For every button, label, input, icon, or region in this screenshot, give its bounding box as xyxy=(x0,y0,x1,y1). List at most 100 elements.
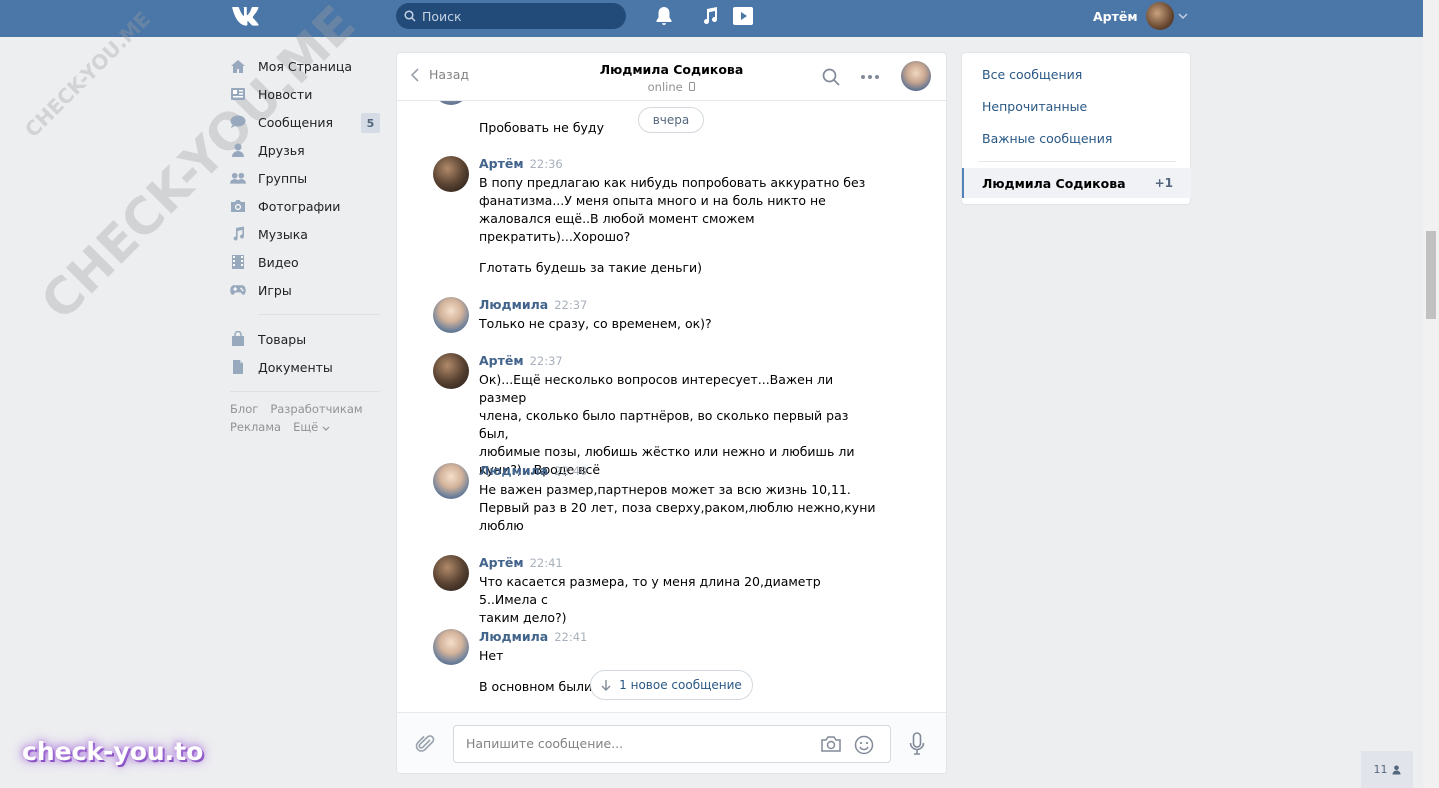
nav-label: Сообщения xyxy=(258,114,334,130)
nav-label: Игры xyxy=(258,282,292,298)
author-name[interactable]: Артём xyxy=(479,555,524,570)
nav-divider xyxy=(230,391,380,392)
new-message-button[interactable]: 1 новое сообщение xyxy=(590,670,753,700)
online-friends-widget[interactable]: 11 xyxy=(1361,751,1413,788)
avatar[interactable] xyxy=(433,101,469,105)
filter-unread[interactable]: Непрочитанные xyxy=(982,99,1087,114)
nav-label: Группы xyxy=(258,170,308,186)
nav-item-music[interactable]: Музыка xyxy=(230,220,380,248)
message-history[interactable]: Пробовать не буду вчера Артём 22:36 В поп… xyxy=(397,101,946,712)
user-icon xyxy=(1392,765,1400,774)
user-name: Артём xyxy=(1093,8,1138,24)
nav-item-goods[interactable]: Товары xyxy=(230,325,380,353)
nav-item-games[interactable]: Игры xyxy=(230,276,380,304)
mobile-icon xyxy=(689,82,696,91)
message-header: Артём 22:36 xyxy=(479,156,563,171)
nav-label: Друзья xyxy=(258,142,305,158)
nav-item-friends[interactable]: Друзья xyxy=(230,136,380,164)
message-header: Артём 22:37 xyxy=(479,353,563,368)
message-time: 22:41 xyxy=(529,556,563,570)
brand-watermark: check-you.to xyxy=(22,737,204,766)
message-header: Людмила 22:37 xyxy=(479,297,587,312)
message-header: Артём 22:41 xyxy=(479,555,563,570)
top-bar: Артём xyxy=(0,0,1423,37)
menu-divider xyxy=(978,161,1176,162)
search-input[interactable] xyxy=(422,8,612,24)
chat-panel: Назад Людмила Содикова online Пробовать … xyxy=(396,52,947,774)
message-header: Людмила 22:41 xyxy=(479,629,587,644)
unread-count: +1 xyxy=(1154,176,1173,190)
nav-item-my-page[interactable]: Моя Страница xyxy=(230,52,380,80)
home-icon xyxy=(230,58,246,74)
author-name[interactable]: Людмила xyxy=(479,463,548,478)
nav-label: Новости xyxy=(258,86,313,102)
document-icon xyxy=(230,359,246,375)
message-input-box[interactable] xyxy=(453,725,891,763)
bell-icon[interactable] xyxy=(653,5,675,27)
groups-icon xyxy=(230,170,246,186)
active-conversation[interactable]: Людмила Содикова +1 xyxy=(962,168,1191,198)
filter-all-messages[interactable]: Все сообщения xyxy=(982,67,1082,82)
author-name[interactable]: Артём xyxy=(479,353,524,368)
nav-item-groups[interactable]: Группы xyxy=(230,164,380,192)
avatar[interactable] xyxy=(433,629,469,665)
nav-divider xyxy=(258,314,380,315)
message-time: 22:41 xyxy=(554,630,588,644)
message-text: Только не сразу, со временем, ок)? xyxy=(479,316,712,331)
bag-icon xyxy=(230,331,246,347)
nav-item-video[interactable]: Видео xyxy=(230,248,380,276)
avatar[interactable] xyxy=(433,297,469,333)
emoji-icon[interactable] xyxy=(854,735,874,755)
search-icon[interactable] xyxy=(822,68,840,86)
message-composer xyxy=(397,712,946,773)
camera-icon[interactable] xyxy=(820,735,842,753)
message-time: 22:40 xyxy=(554,464,588,478)
footer-link-dev[interactable]: Разработчикам xyxy=(270,402,362,416)
nav-item-messages[interactable]: Сообщения 5 xyxy=(230,108,380,136)
chevron-down-icon xyxy=(322,426,330,431)
author-name[interactable]: Людмила xyxy=(479,297,548,312)
user-avatar xyxy=(1145,2,1174,30)
footer-link-more[interactable]: Ещё xyxy=(293,420,330,434)
nav-label: Товары xyxy=(258,331,307,347)
music-icon xyxy=(230,226,246,242)
message-text: Не важен размер,партнеров может за всю ж… xyxy=(479,482,876,533)
music-icon[interactable] xyxy=(699,5,721,27)
avatar[interactable] xyxy=(433,555,469,591)
gamepad-icon xyxy=(230,282,246,298)
author-name[interactable]: Артём xyxy=(479,156,524,171)
avatar[interactable] xyxy=(433,156,469,192)
footer-links-row-1: Блог Разработчикам xyxy=(230,402,380,416)
nav-item-photos[interactable]: Фотографии xyxy=(230,192,380,220)
arrow-down-icon xyxy=(601,680,611,691)
news-icon xyxy=(230,86,246,102)
filter-important[interactable]: Важные сообщения xyxy=(982,131,1112,146)
friends-icon xyxy=(230,142,246,158)
peer-avatar[interactable] xyxy=(901,61,931,91)
message-input[interactable] xyxy=(466,736,806,751)
user-menu[interactable]: Артём xyxy=(1093,0,1188,32)
avatar[interactable] xyxy=(433,463,469,499)
nav-label: Видео xyxy=(258,254,299,270)
search-icon xyxy=(404,10,416,22)
more-icon[interactable] xyxy=(860,68,880,86)
footer-link-ads[interactable]: Реклама xyxy=(230,420,281,434)
search-bar[interactable] xyxy=(396,3,626,29)
avatar[interactable] xyxy=(433,353,469,389)
chat-header: Назад Людмила Содикова online xyxy=(397,53,946,101)
scrollbar-thumb[interactable] xyxy=(1426,231,1436,319)
paperclip-icon[interactable] xyxy=(415,733,435,755)
vk-logo-icon[interactable] xyxy=(231,4,265,26)
footer-link-blog[interactable]: Блог xyxy=(230,402,258,416)
camera-icon xyxy=(230,198,246,214)
nav-label: Фотографии xyxy=(258,198,341,214)
message-time: 22:37 xyxy=(554,298,588,312)
nav-item-news[interactable]: Новости xyxy=(230,80,380,108)
microphone-icon[interactable] xyxy=(909,732,925,756)
play-icon[interactable] xyxy=(732,5,754,27)
date-pill: вчера xyxy=(638,107,704,133)
nav-item-documents[interactable]: Документы xyxy=(230,353,380,381)
author-name[interactable]: Людмила xyxy=(479,629,548,644)
page-scrollbar[interactable] xyxy=(1423,0,1439,788)
messages-count-badge: 5 xyxy=(361,113,380,133)
